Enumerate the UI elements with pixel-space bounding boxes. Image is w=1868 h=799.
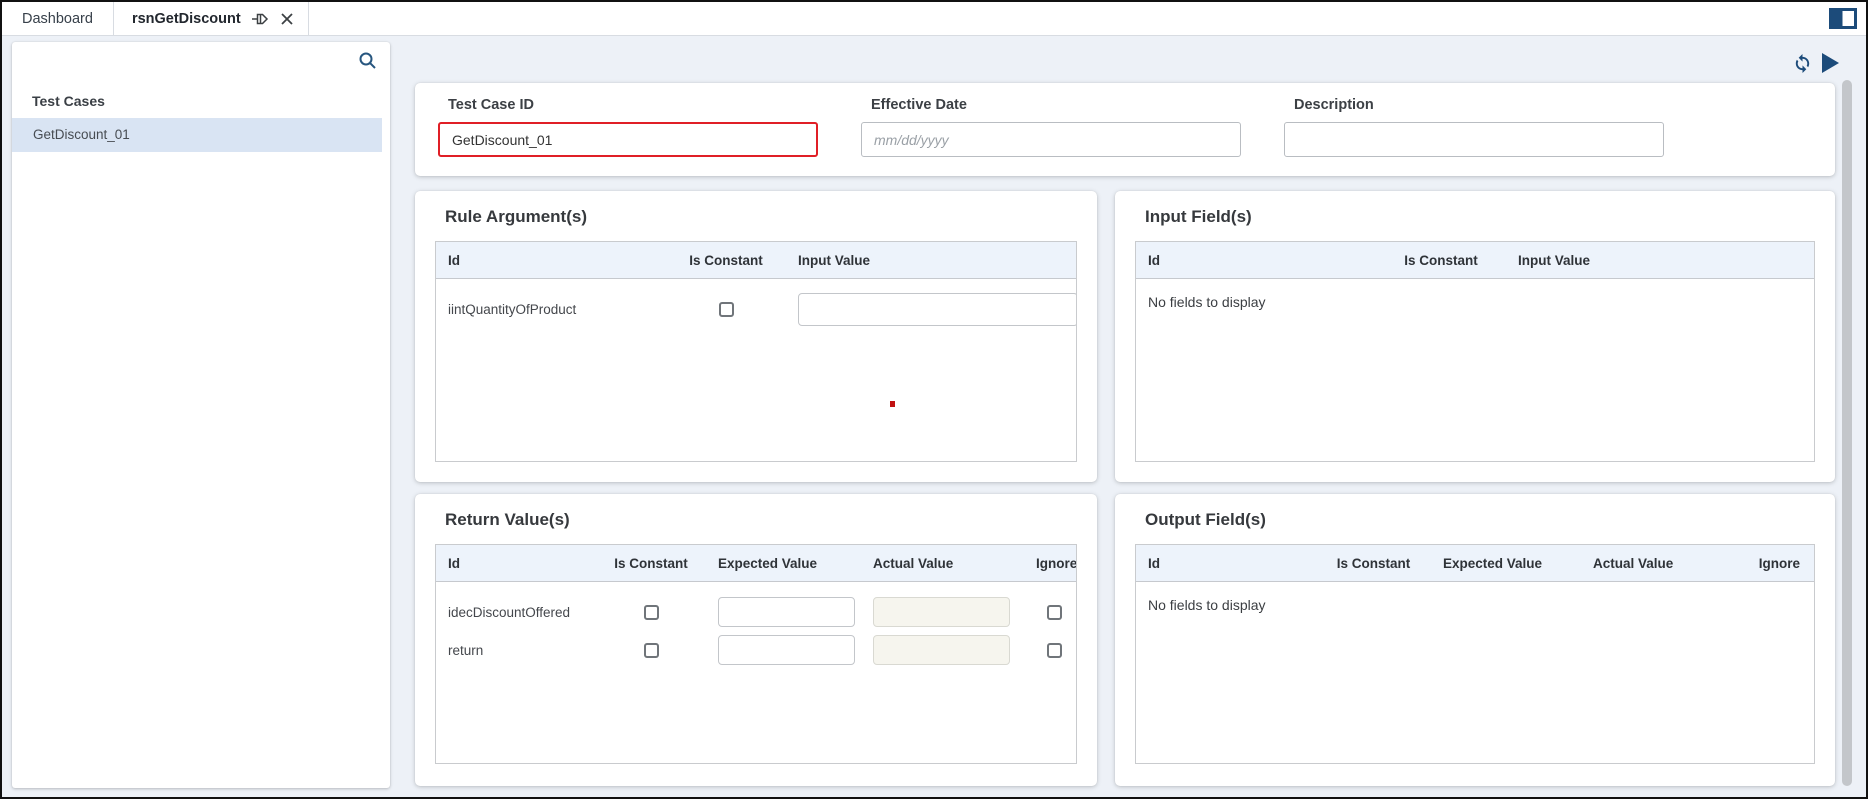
table-header-row: Id Is Constant Input Value [1136,242,1814,279]
column-header-expected-value: Expected Value [1443,555,1543,571]
column-header-actual-value: Actual Value [1593,555,1674,571]
input-fields-table: Id Is Constant Input Value No fields to … [1135,241,1815,462]
sidebar-item-getdiscount-01[interactable]: GetDiscount_01 [12,118,382,152]
column-header-ignore: Ignore [1758,555,1800,571]
close-icon[interactable] [280,12,294,26]
column-header-is-constant: Is Constant [1404,252,1478,268]
output-fields-table: Id Is Constant Expected Value Actual Val… [1135,544,1815,764]
expected-value-input[interactable] [718,635,855,665]
app-window: Dashboard rsnGetDiscount Test Cases GetD… [0,0,1868,799]
test-case-id-label: Test Case ID [448,97,534,113]
vertical-scrollbar[interactable] [1842,80,1852,786]
output-fields-title: Output Field(s) [1145,510,1266,529]
rule-arguments-title: Rule Argument(s) [445,207,587,226]
return-id: return [448,642,484,658]
column-header-id: Id [448,555,460,571]
tab-dashboard-label: Dashboard [22,10,93,27]
description-label: Description [1294,97,1374,113]
effective-date-label: Effective Date [871,97,967,113]
tab-bar: Dashboard rsnGetDiscount [2,2,1866,36]
column-header-is-constant: Is Constant [614,555,688,571]
return-values-title: Return Value(s) [445,510,570,529]
empty-message: No fields to display [1148,597,1266,613]
description-input[interactable] [1284,122,1664,157]
play-icon[interactable] [1820,51,1840,75]
is-constant-checkbox[interactable] [643,604,659,620]
rule-arguments-panel: Rule Argument(s) Id Is Constant Input Va… [415,191,1097,482]
tab-dashboard[interactable]: Dashboard [2,2,114,35]
column-header-is-constant: Is Constant [1336,555,1411,571]
sidebar-title: Test Cases [32,93,105,109]
tab-rsngetdiscount[interactable]: rsnGetDiscount [113,2,309,35]
actual-value-field [873,597,1010,627]
test-case-header-card: Test Case ID Effective Date Description [415,83,1835,176]
rule-arguments-table: Id Is Constant Input Value iintQuantityO… [435,241,1077,462]
input-fields-title: Input Field(s) [1145,207,1252,226]
effective-date-input[interactable] [861,122,1241,157]
pin-icon[interactable] [251,11,270,27]
output-fields-panel: Output Field(s) Id Is Constant Expected … [1115,494,1835,786]
is-constant-checkbox[interactable] [718,301,734,317]
table-row: iintQuantityOfProduct [436,291,1076,327]
column-header-id: Id [1148,252,1160,268]
table-header-row: Id Is Constant Expected Value Actual Val… [1136,545,1814,582]
red-dot-artifact [890,401,895,407]
table-row: idecDiscountOffered [436,593,1076,631]
return-values-table: Id Is Constant Expected Value Actual Val… [435,544,1077,764]
column-header-expected-value: Expected Value [718,555,818,571]
description-field-group: Description [1284,83,1664,157]
column-header-ignore: Ignore [1036,555,1076,571]
test-cases-sidebar: Test Cases GetDiscount_01 [12,42,390,788]
ignore-checkbox[interactable] [1047,642,1062,658]
column-header-id: Id [1148,555,1160,571]
test-case-id-field-group: Test Case ID [438,83,818,157]
refresh-icon[interactable] [1792,53,1813,74]
return-id: idecDiscountOffered [448,604,571,620]
actual-value-field [873,635,1010,665]
argument-id: iintQuantityOfProduct [448,301,577,317]
content-area: Test Cases GetDiscount_01 Test Case ID E… [2,36,1866,797]
column-header-id: Id [448,252,460,268]
panel-split-icon[interactable] [1829,8,1857,29]
column-header-actual-value: Actual Value [873,555,954,571]
column-header-input-value: Input Value [798,252,871,268]
input-fields-panel: Input Field(s) Id Is Constant Input Valu… [1115,191,1835,482]
tab-rsngetdiscount-label: rsnGetDiscount [131,10,241,27]
search-icon[interactable] [358,51,377,70]
is-constant-checkbox[interactable] [643,642,659,658]
empty-message: No fields to display [1148,294,1266,310]
column-header-input-value: Input Value [1518,252,1591,268]
table-header-row: Id Is Constant Expected Value Actual Val… [436,545,1076,582]
ignore-checkbox[interactable] [1047,604,1062,620]
test-case-id-input[interactable] [438,122,818,157]
table-row: return [436,631,1076,669]
expected-value-input[interactable] [718,597,855,627]
effective-date-field-group: Effective Date [861,83,1241,157]
return-values-panel: Return Value(s) Id Is Constant Expected … [415,494,1097,786]
column-header-is-constant: Is Constant [689,252,763,268]
table-header-row: Id Is Constant Input Value [436,242,1076,279]
input-value-input[interactable] [798,292,1076,326]
